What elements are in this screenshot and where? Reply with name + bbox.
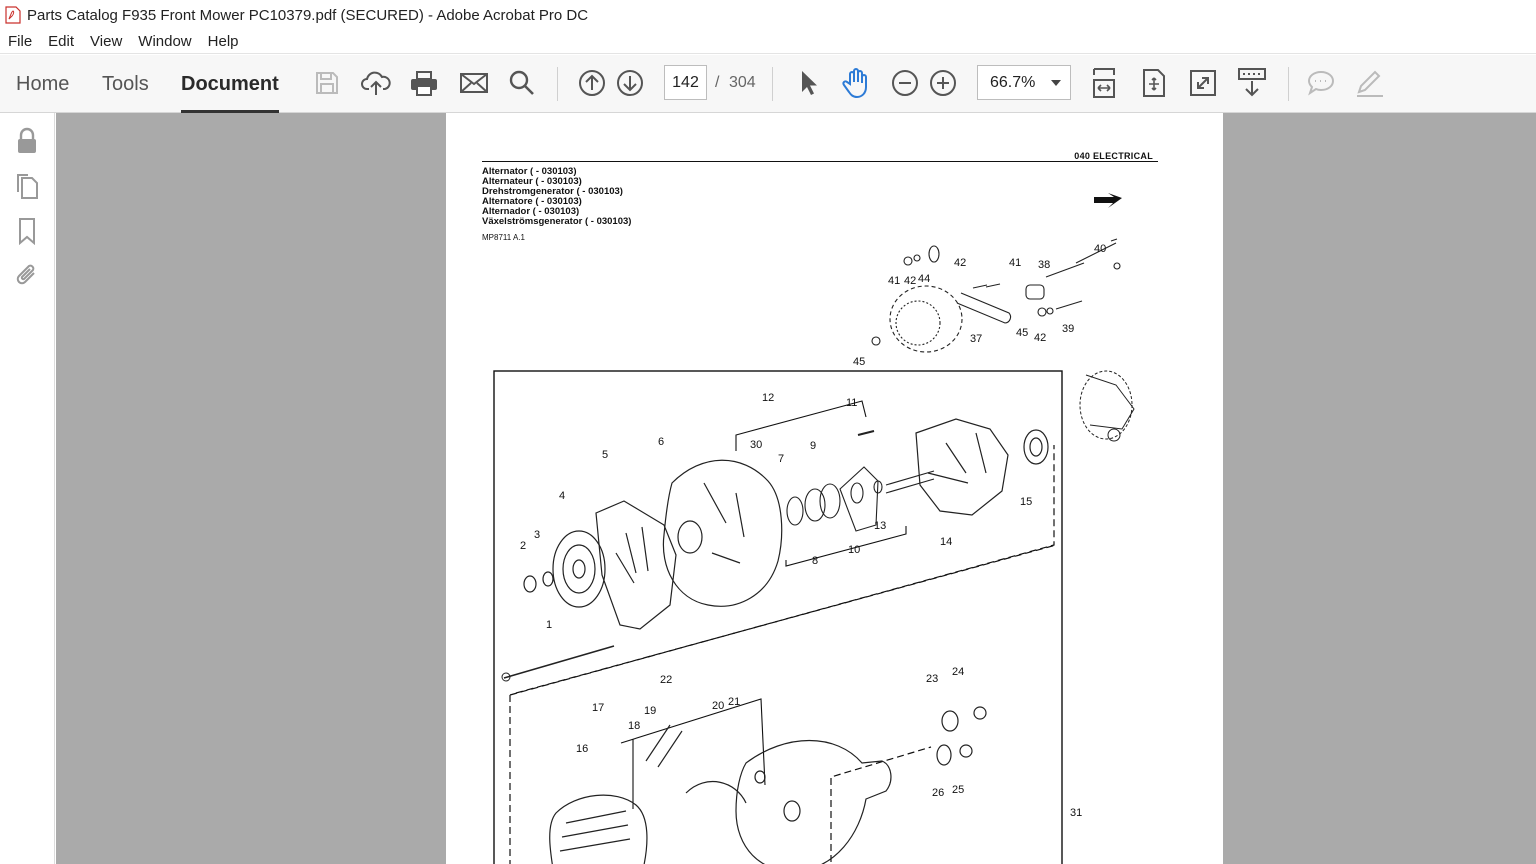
fit-width-icon[interactable] <box>1138 67 1170 99</box>
window-title: Parts Catalog F935 Front Mower PC10379.p… <box>27 6 589 24</box>
tab-tools[interactable]: Tools <box>102 55 149 112</box>
callout: 42 <box>1034 332 1046 344</box>
pdf-file-icon <box>5 6 21 24</box>
callout: 40 <box>1094 243 1106 255</box>
callout: 6 <box>658 436 664 448</box>
pdf-page: 040 ELECTRICAL Alternator ( - 030103) Al… <box>446 113 1223 864</box>
callout: 8 <box>812 555 818 567</box>
upper-bracket-assembly <box>871 238 1121 353</box>
callout: 10 <box>848 544 860 556</box>
callout-labels: 42 41 42 44 41 38 40 39 37 45 42 45 12 1… <box>520 243 1106 819</box>
zoom-in-icon[interactable] <box>927 67 959 99</box>
callout: 13 <box>874 520 886 532</box>
page-number-input[interactable]: 142 <box>664 65 707 100</box>
callout: 12 <box>762 392 774 404</box>
callout: 4 <box>559 490 565 502</box>
acrobat-window: Parts Catalog F935 Front Mower PC10379.p… <box>0 0 1536 864</box>
callout: 16 <box>576 743 588 755</box>
alternator-sketch <box>1079 370 1135 442</box>
bookmark-icon[interactable] <box>13 217 41 245</box>
callout: 18 <box>628 720 640 732</box>
zoom-out-icon[interactable] <box>889 67 921 99</box>
email-icon[interactable] <box>458 67 490 99</box>
cursor-icon[interactable] <box>792 67 824 99</box>
arrow-down-circle-icon[interactable] <box>614 67 646 99</box>
callout: 41 <box>1009 257 1021 269</box>
callout: 5 <box>602 449 608 461</box>
menu-window[interactable]: Window <box>130 30 199 54</box>
hand-icon[interactable] <box>840 67 872 99</box>
save-icon[interactable] <box>311 67 343 99</box>
callout: 25 <box>952 784 964 796</box>
toolbar-divider <box>772 67 773 101</box>
dashed-group-outline <box>509 445 1055 864</box>
fullscreen-icon[interactable] <box>1187 67 1219 99</box>
arrow-up-circle-icon[interactable] <box>576 67 608 99</box>
callout: 26 <box>932 787 944 799</box>
callout: 30 <box>750 439 762 451</box>
callout: 31 <box>1070 807 1082 819</box>
read-mode-icon[interactable] <box>1236 67 1268 99</box>
zoom-value: 66.7% <box>990 74 1036 91</box>
menu-help[interactable]: Help <box>200 30 247 54</box>
callout: 15 <box>1020 496 1032 508</box>
callout: 42 <box>904 275 916 287</box>
callout: 3 <box>534 529 540 541</box>
menu-edit[interactable]: Edit <box>40 30 82 54</box>
toolbar: Home Tools Document 142 / 304 66.7% <box>0 55 1536 113</box>
comment-icon[interactable] <box>1305 67 1337 99</box>
callout: 45 <box>1016 327 1028 339</box>
callout: 37 <box>970 333 982 345</box>
fit-page-icon[interactable] <box>1088 67 1120 99</box>
pen-icon[interactable] <box>1354 67 1386 99</box>
print-icon[interactable] <box>408 67 440 99</box>
callout: 38 <box>1038 259 1050 271</box>
lock-icon[interactable] <box>13 127 41 155</box>
callout: 17 <box>592 702 604 714</box>
rear-housing <box>549 706 987 864</box>
callout: 45 <box>853 356 865 368</box>
front-housing <box>662 459 783 607</box>
callout: 1 <box>546 619 552 631</box>
pulley-and-fan <box>523 500 677 630</box>
page-separator: / <box>715 74 720 91</box>
attachment-icon[interactable] <box>13 261 41 289</box>
page-thumbnails-icon[interactable] <box>13 172 41 200</box>
callout: 20 <box>712 700 724 712</box>
menu-file[interactable]: File <box>0 30 40 54</box>
zoom-select[interactable]: 66.7% <box>977 65 1071 100</box>
menu-bar: File Edit View Window Help <box>0 30 1536 54</box>
cloud-upload-icon[interactable] <box>360 67 392 99</box>
callout: 24 <box>952 666 964 678</box>
callout: 7 <box>778 453 784 465</box>
callout: 23 <box>926 673 938 685</box>
exploded-parts-diagram: 42 41 42 44 41 38 40 39 37 45 42 45 12 1… <box>493 193 1135 864</box>
navigation-pane <box>0 113 55 864</box>
callout: 14 <box>940 536 952 548</box>
callout: 19 <box>644 705 656 717</box>
toolbar-divider <box>557 67 558 101</box>
title-bar: Parts Catalog F935 Front Mower PC10379.p… <box>0 0 1536 30</box>
search-icon[interactable] <box>506 67 538 99</box>
document-viewport[interactable]: 040 ELECTRICAL Alternator ( - 030103) Al… <box>56 113 1536 864</box>
menu-view[interactable]: View <box>82 30 130 54</box>
bearing-stack <box>786 466 935 532</box>
toolbar-divider <box>1288 67 1289 101</box>
chevron-down-icon <box>1051 80 1061 86</box>
direction-arrow-icon <box>1094 193 1122 208</box>
callout: 44 <box>918 273 930 285</box>
callout: 2 <box>520 540 526 552</box>
callout: 21 <box>728 696 740 708</box>
tab-home[interactable]: Home <box>16 55 69 112</box>
callout: 41 <box>888 275 900 287</box>
callout: 42 <box>954 257 966 269</box>
callout: 9 <box>810 440 816 452</box>
callout: 39 <box>1062 323 1074 335</box>
callout: 11 <box>846 397 857 409</box>
callout: 22 <box>660 674 672 686</box>
tab-document[interactable]: Document <box>181 55 279 113</box>
page-total: 304 <box>729 74 756 91</box>
diagram-frame <box>493 370 1063 864</box>
